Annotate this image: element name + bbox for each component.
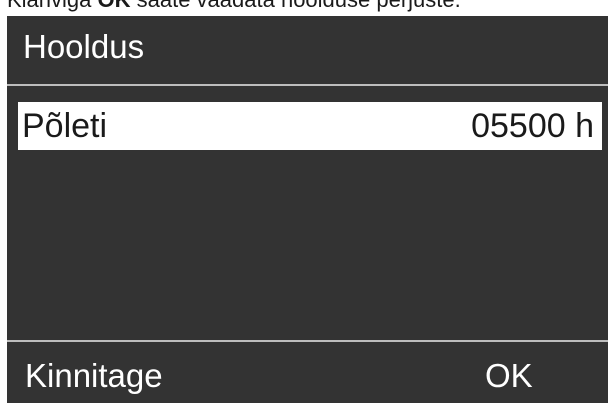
screen-title: Hooldus [23, 28, 145, 65]
menu-row-value: 05500 h [471, 107, 594, 145]
footer-divider [7, 340, 608, 342]
menu-row-label: Põleti [22, 107, 108, 145]
instruction-suffix: saate vaadata hoolduse perjuste. [131, 0, 461, 12]
menu-row-burner[interactable]: Põleti 05500 h [18, 102, 602, 150]
ok-softkey[interactable]: OK [485, 356, 533, 396]
page: Klahviga OK saate vaadata hoolduse perju… [0, 0, 608, 403]
confirm-softkey[interactable]: Kinnitage [25, 356, 163, 396]
device-display: Hooldus Põleti 05500 h Kinnitage OK [7, 16, 608, 403]
instruction-prefix: Klahviga [7, 0, 98, 12]
instruction-key: OK [98, 0, 131, 12]
instruction-text: Klahviga OK saate vaadata hoolduse perju… [7, 0, 461, 13]
header-divider [7, 84, 608, 86]
